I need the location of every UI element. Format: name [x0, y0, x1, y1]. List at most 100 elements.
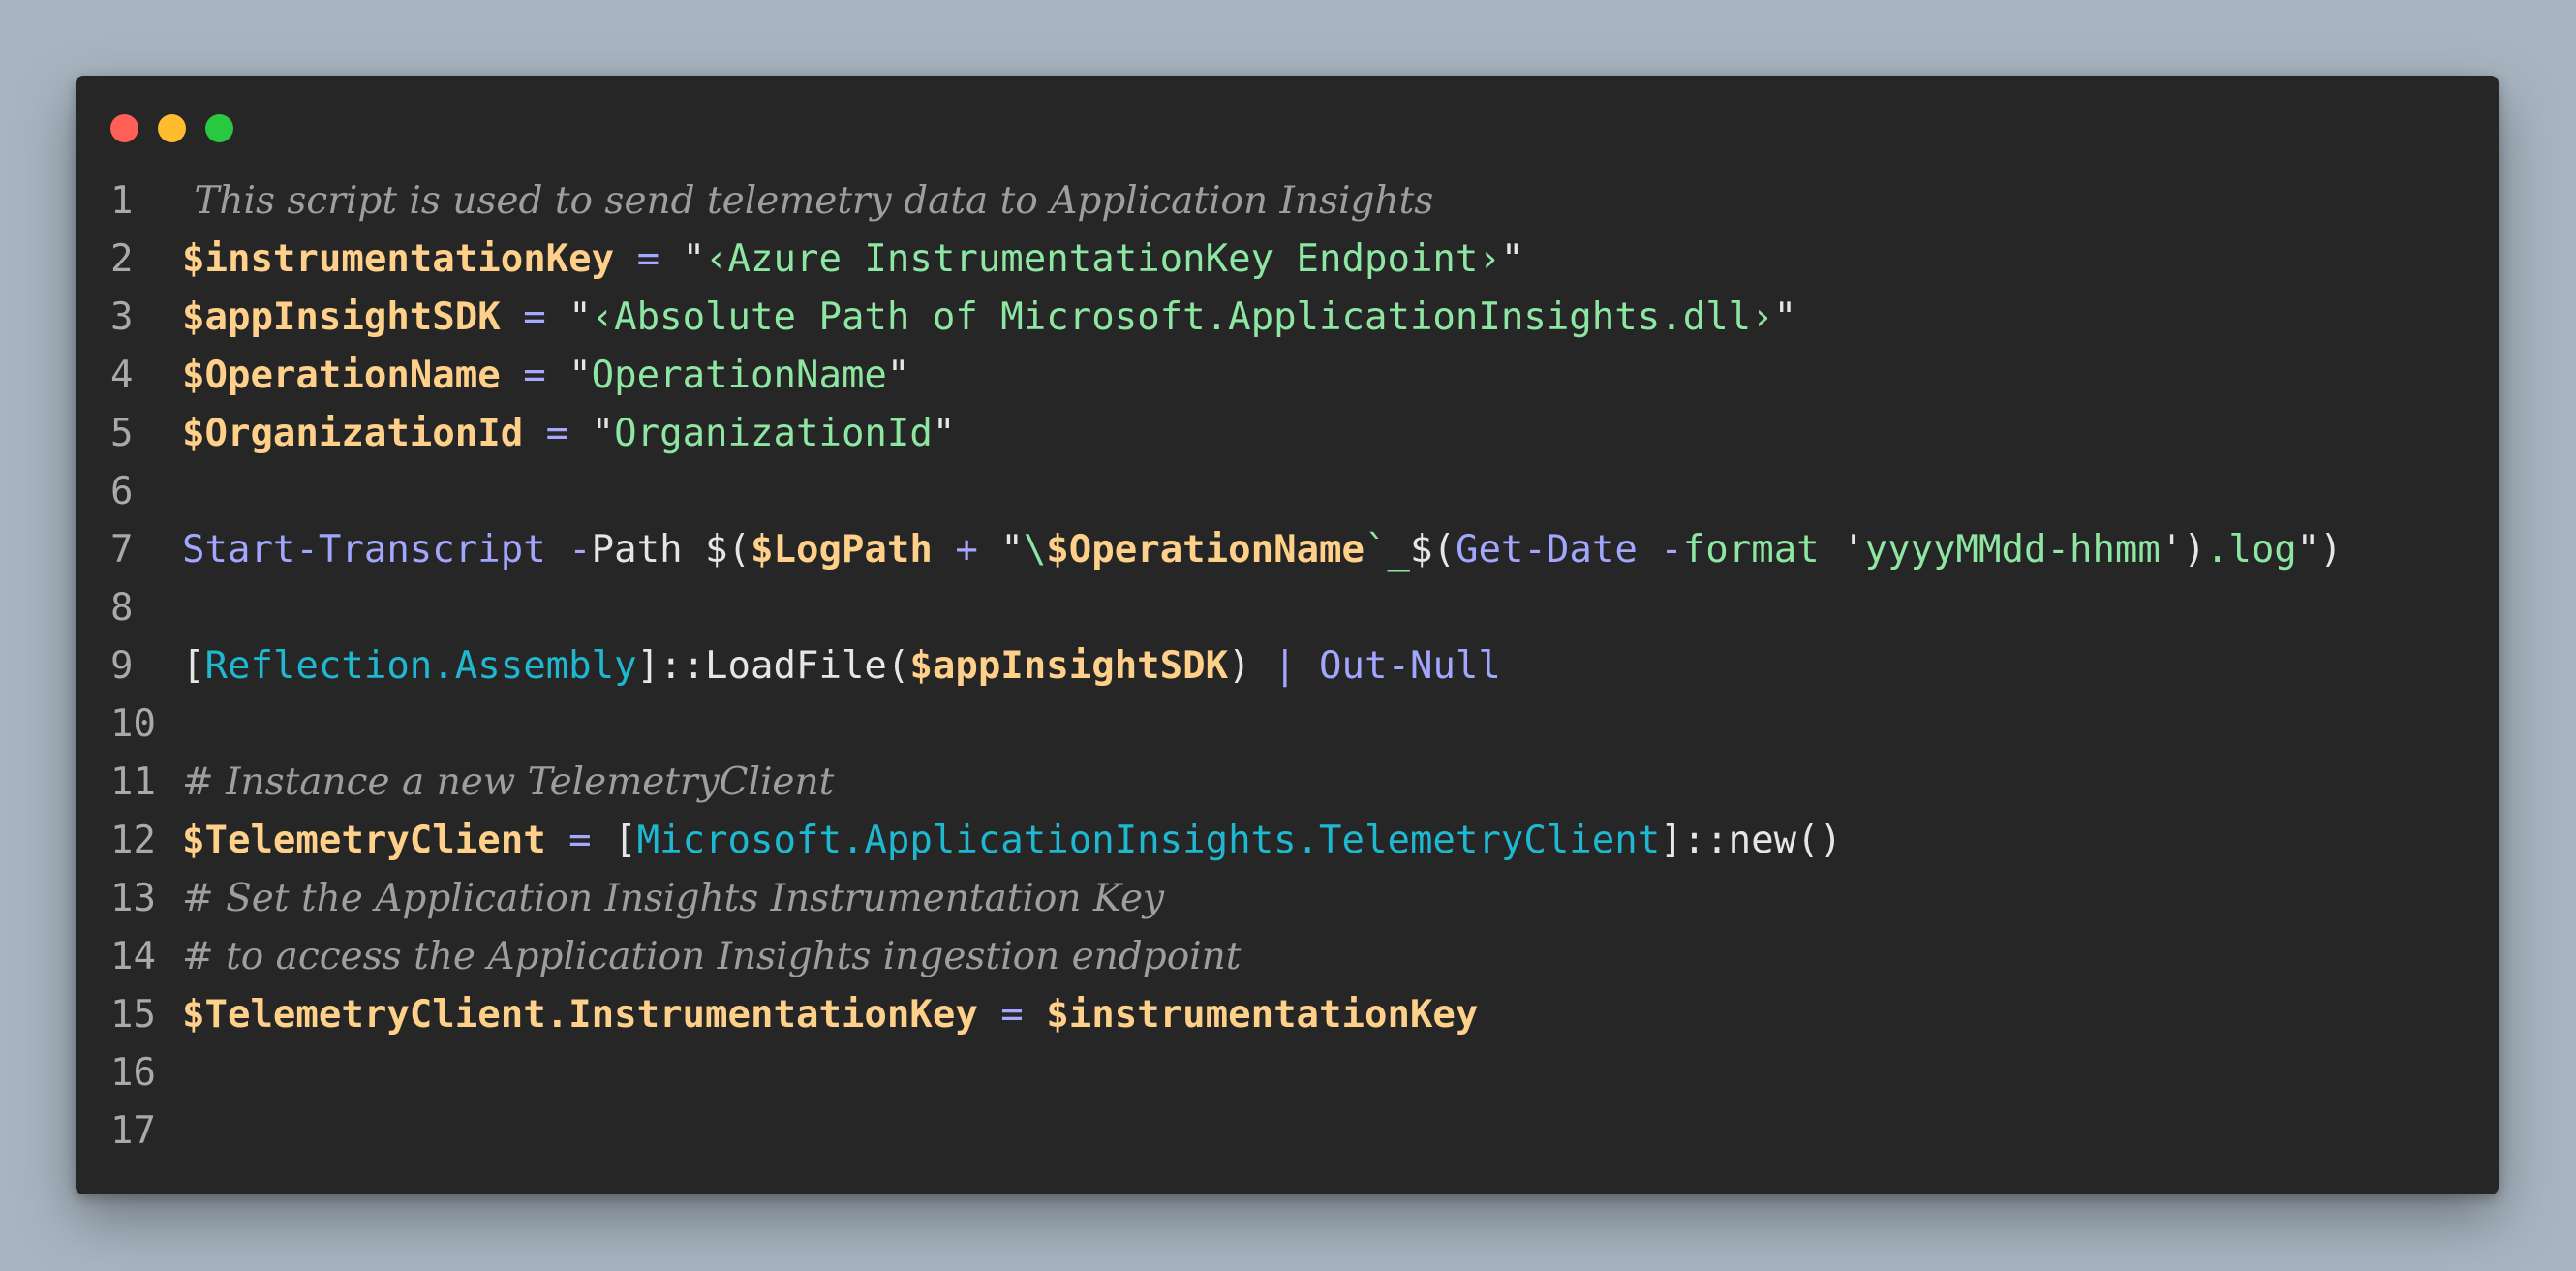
- plain-token: ]::LoadFile(: [636, 644, 910, 688]
- line-number: 4: [110, 354, 134, 397]
- variable-token: $LogPath: [751, 528, 933, 572]
- operator-token: +: [932, 528, 1001, 572]
- type-token: Microsoft.ApplicationInsights.TelemetryC…: [636, 819, 1661, 862]
- line-number: 15: [110, 993, 156, 1037]
- plain-token: ": [1500, 237, 1524, 281]
- code-line: 12 $TelemetryClient = [Microsoft.Applicat…: [76, 812, 2499, 870]
- code-line: 10: [76, 696, 2499, 754]
- variable-token: $TelemetryClient: [182, 819, 546, 862]
- code-line: 4 $OperationName = "OperationName": [76, 347, 2499, 405]
- line-number: 1: [110, 179, 134, 223]
- code-line: 13 # Set the Application Insights Instrum…: [76, 870, 2499, 928]
- string-token: ‹Absolute Path of Microsoft.ApplicationI…: [591, 295, 1774, 339]
- plain-token: Path $(: [591, 528, 751, 572]
- plain-token: ": [1773, 295, 1797, 339]
- plain-token: [: [614, 819, 637, 862]
- variable-token: $appInsightSDK: [909, 644, 1229, 688]
- code-line: 9 [Reflection.Assembly]::LoadFile($appIns…: [76, 637, 2499, 696]
- variable-token: $instrumentationKey: [1046, 993, 1479, 1037]
- variable-token: $TelemetryClient.InstrumentationKey: [182, 993, 978, 1037]
- operator-token: -: [1637, 528, 1683, 572]
- line-content: [182, 463, 2499, 521]
- code-line: 17: [76, 1102, 2499, 1161]
- line-number: 16: [110, 1051, 156, 1095]
- string-token: format: [1682, 528, 1820, 572]
- line-content: Start-Transcript -Path $($LogPath + "\$O…: [182, 521, 2499, 579]
- line-number: 3: [110, 295, 134, 339]
- code-line: 3 $appInsightSDK = "‹Absolute Path of Mic…: [76, 289, 2499, 347]
- plain-token: "): [2296, 528, 2343, 572]
- minimize-window-button[interactable]: [158, 114, 186, 142]
- cmdlet-token: Start-Transcript: [182, 528, 546, 572]
- line-content: $OrganizationId = "OrganizationId": [182, 405, 2499, 463]
- line-number: 10: [110, 702, 156, 746]
- operator-token: =: [614, 237, 683, 281]
- plain-token: [: [182, 644, 205, 688]
- plain-token: ": [568, 295, 592, 339]
- line-content: [182, 1102, 2499, 1161]
- variable-token: $OperationName: [1046, 528, 1365, 572]
- plain-token: ": [1000, 528, 1024, 572]
- operator-token: =: [545, 819, 615, 862]
- string-token: .log: [2205, 528, 2297, 572]
- string-token: OperationName: [591, 354, 887, 397]
- plain-token: ": [682, 237, 706, 281]
- plain-token: ": [886, 354, 910, 397]
- variable-token: $OperationName: [182, 354, 501, 397]
- line-number: 11: [110, 760, 156, 804]
- variable-token: $appInsightSDK: [182, 295, 501, 339]
- comment-token: # to access the Application Insights ing…: [182, 935, 1242, 978]
- code-line: 5 $OrganizationId = "OrganizationId": [76, 405, 2499, 463]
- line-content: [182, 1044, 2499, 1102]
- string-token: `_: [1365, 528, 1410, 572]
- cmdlet-token: Out-Null: [1319, 644, 1501, 688]
- operator-token: =: [500, 295, 569, 339]
- line-content: $appInsightSDK = "‹Absolute Path of Micr…: [182, 289, 2499, 347]
- string-token: \: [1023, 528, 1047, 572]
- code-line: 1 This script is used to send telemetry …: [76, 172, 2499, 231]
- line-content: $instrumentationKey = "‹Azure Instrument…: [182, 231, 2499, 289]
- variable-token: $OrganizationId: [182, 412, 524, 455]
- operator-token: |: [1250, 644, 1320, 688]
- operator-token: =: [977, 993, 1047, 1037]
- line-number: 12: [110, 819, 156, 862]
- line-number: 9: [110, 644, 134, 688]
- close-window-button[interactable]: [110, 114, 138, 142]
- plain-token: ": [932, 412, 956, 455]
- variable-token: $instrumentationKey: [182, 237, 615, 281]
- comment-token: # Instance a new TelemetryClient: [182, 760, 835, 804]
- plain-token: ': [1819, 528, 1865, 572]
- line-content: # Set the Application Insights Instrumen…: [182, 870, 2499, 928]
- operator-token: -: [545, 528, 592, 572]
- cmdlet-token: Get-Date: [1455, 528, 1638, 572]
- line-content: # Instance a new TelemetryClient: [182, 754, 2499, 812]
- comment-token: # Set the Application Insights Instrumen…: [182, 877, 1165, 920]
- line-content: [182, 579, 2499, 637]
- code-line: 14 # to access the Application Insights i…: [76, 928, 2499, 986]
- line-number: 6: [110, 470, 134, 513]
- string-token: OrganizationId: [614, 412, 933, 455]
- line-content: $TelemetryClient = [Microsoft.Applicatio…: [182, 812, 2499, 870]
- operator-token: =: [500, 354, 569, 397]
- code-line: 16: [76, 1044, 2499, 1102]
- comment-token: This script is used to send telemetry da…: [182, 179, 1434, 223]
- line-number: 13: [110, 877, 156, 920]
- code-line: 6: [76, 463, 2499, 521]
- line-content: # to access the Application Insights ing…: [182, 928, 2499, 986]
- line-number: 7: [110, 528, 134, 572]
- code-line: 11 # Instance a new TelemetryClient: [76, 754, 2499, 812]
- line-content: [182, 696, 2499, 754]
- window-controls: [110, 114, 233, 143]
- zoom-window-button[interactable]: [205, 114, 233, 142]
- plain-token: $(: [1410, 528, 1456, 572]
- plain-token: ": [591, 412, 615, 455]
- operator-token: =: [523, 412, 592, 455]
- string-token: yyyyMMdd-hhmm: [1864, 528, 2161, 572]
- code-editor[interactable]: 1 This script is used to send telemetry …: [76, 172, 2499, 1161]
- string-token: ‹Azure InstrumentationKey Endpoint›: [705, 237, 1501, 281]
- code-line: 2 $instrumentationKey = "‹Azure Instrumen…: [76, 231, 2499, 289]
- code-line: 8: [76, 579, 2499, 637]
- line-number: 17: [110, 1109, 156, 1153]
- line-content: This script is used to send telemetry da…: [182, 172, 2499, 231]
- line-number: 5: [110, 412, 134, 455]
